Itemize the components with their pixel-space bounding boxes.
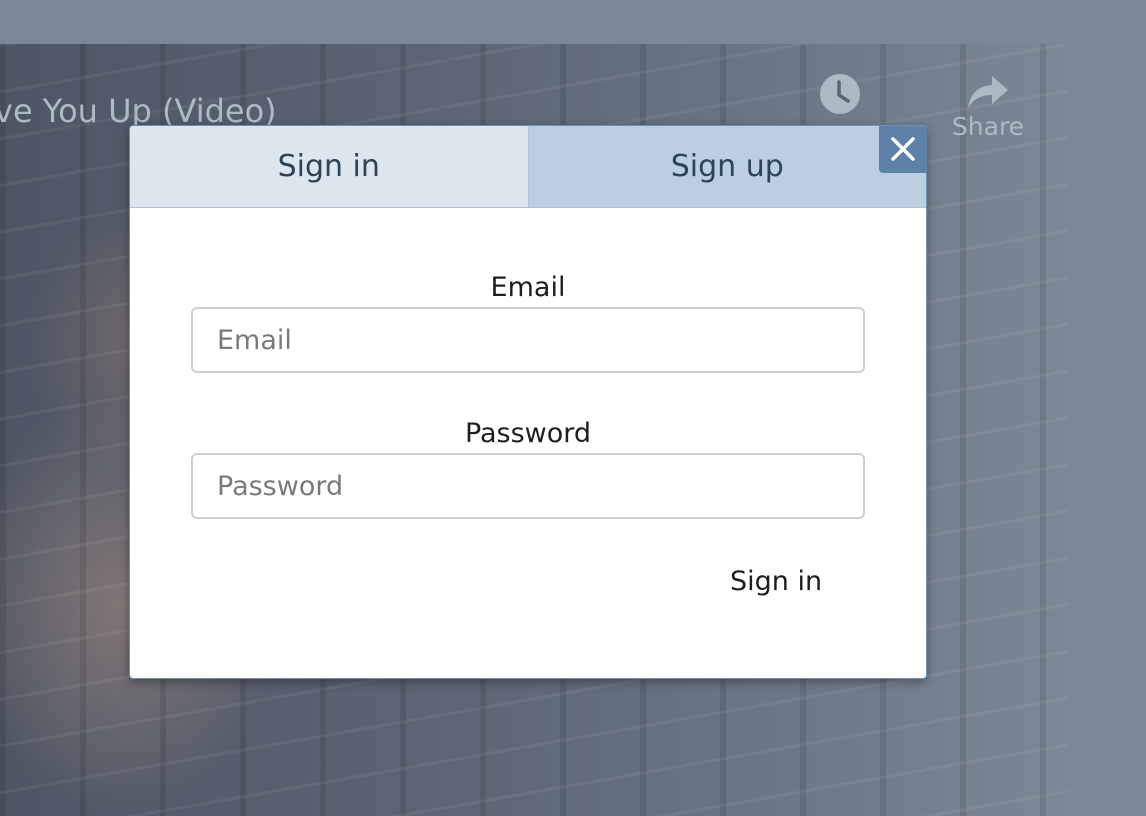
auth-tabs: Sign in Sign up xyxy=(130,126,926,208)
password-label: Password xyxy=(464,418,592,449)
sign-in-button[interactable]: Sign in xyxy=(730,566,822,597)
close-button[interactable] xyxy=(879,126,927,173)
watch-later-button[interactable] xyxy=(818,72,862,116)
tab-sign-up[interactable]: Sign up xyxy=(528,126,926,207)
email-label: Email xyxy=(490,272,566,303)
clock-icon xyxy=(820,74,860,114)
share-button[interactable]: Share xyxy=(948,72,1028,141)
share-label: Share xyxy=(951,112,1025,141)
sign-in-modal: Sign in Sign up Email Password Sign in xyxy=(129,125,927,679)
tab-sign-in[interactable]: Sign in xyxy=(130,126,529,207)
share-arrow-icon xyxy=(968,76,1008,108)
close-icon xyxy=(891,137,915,161)
email-field[interactable] xyxy=(191,307,865,373)
password-field[interactable] xyxy=(191,453,865,519)
